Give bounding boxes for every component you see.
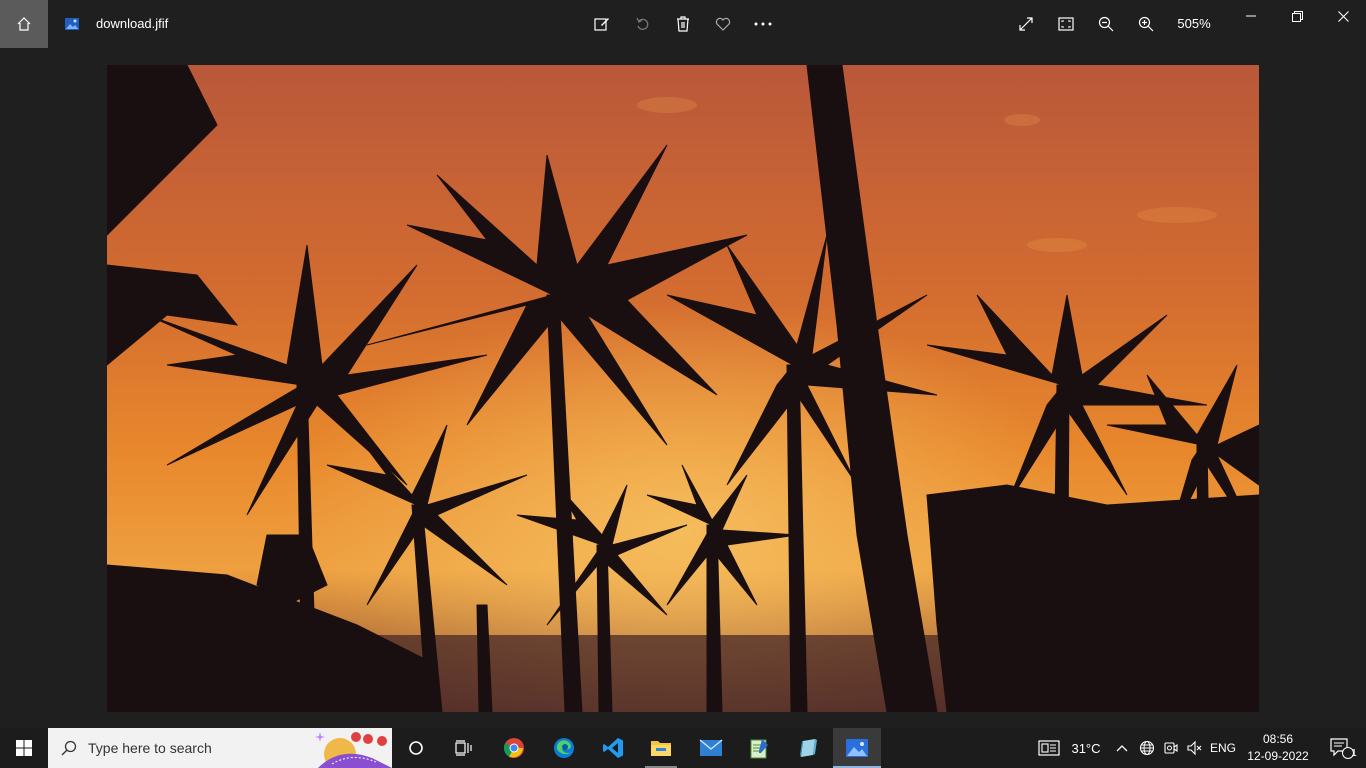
favorite-button[interactable] (707, 8, 739, 40)
close-icon (1337, 10, 1349, 22)
cube-app-icon (800, 739, 817, 757)
close-button[interactable] (1320, 0, 1366, 32)
file-explorer-icon (651, 741, 671, 756)
cortana-icon (409, 741, 423, 755)
vscode-icon (603, 738, 623, 758)
globe-icon (1139, 740, 1155, 756)
notepad-taskbar-button[interactable] (735, 728, 783, 768)
chevron-up-icon (1116, 745, 1128, 752)
show-hidden-icons-button[interactable] (1112, 728, 1132, 768)
photo-viewport[interactable] (107, 65, 1259, 712)
fullscreen-icon (1019, 17, 1033, 31)
chrome-icon (503, 738, 524, 758)
clock[interactable]: 08:56 12-09-2022 (1240, 731, 1316, 765)
windows-logo-icon (16, 740, 32, 756)
search-placeholder: Type here to search (88, 740, 212, 756)
search-icon (61, 740, 77, 756)
home-button[interactable] (0, 0, 48, 48)
language-indicator[interactable]: ENG (1208, 728, 1238, 768)
photos-taskbar-button[interactable] (833, 728, 881, 768)
rotate-button[interactable] (627, 8, 659, 40)
taskbar-search-box[interactable]: Type here to search (48, 728, 392, 768)
file-explorer-taskbar-button[interactable] (637, 728, 685, 768)
mail-icon (699, 739, 723, 756)
cortana-button[interactable] (392, 728, 440, 768)
taskbar: Type here to search 31°C ENG 08:56 12-09… (0, 728, 1366, 768)
fit-to-window-icon (1058, 17, 1074, 31)
clock-date: 12-09-2022 (1247, 749, 1309, 763)
zoom-level[interactable]: 505% (1172, 15, 1216, 33)
chrome-taskbar-button[interactable] (490, 728, 538, 768)
fullscreen-button[interactable] (1010, 8, 1042, 40)
cube-app-taskbar-button[interactable] (784, 728, 832, 768)
restore-icon (1291, 10, 1303, 22)
minimize-button[interactable] (1228, 0, 1274, 32)
minimize-icon (1246, 15, 1256, 17)
edge-icon (554, 738, 574, 758)
title-bar: download.jfif 505% (0, 0, 1366, 48)
zoom-in-icon (1138, 16, 1154, 32)
sunset-palm-trees-image (107, 65, 1259, 712)
camera-status-button[interactable] (1160, 728, 1182, 768)
mail-taskbar-button[interactable] (687, 728, 735, 768)
weather-icon (1038, 740, 1060, 756)
home-icon (17, 17, 31, 31)
notepad-icon (750, 739, 768, 759)
edit-icon (594, 18, 609, 31)
task-view-button[interactable] (440, 728, 488, 768)
photos-icon (846, 739, 868, 757)
weather-temperature[interactable]: 31°C (1066, 728, 1106, 768)
task-view-icon (455, 740, 472, 756)
volume-muted-icon (1187, 740, 1202, 756)
more-icon (754, 22, 772, 26)
file-name: download.jfif (96, 16, 169, 31)
edit-button[interactable] (586, 8, 618, 40)
restore-button[interactable] (1274, 0, 1320, 32)
file-image-icon (65, 18, 79, 30)
camera-icon (1164, 742, 1178, 754)
more-button[interactable] (747, 8, 779, 40)
delete-icon (677, 16, 689, 32)
clock-time: 08:56 (1262, 732, 1294, 746)
volume-button[interactable] (1183, 728, 1205, 768)
notification-count: 1 (1351, 748, 1357, 759)
search-highlight-art-icon (315, 732, 392, 768)
photos-app-window: download.jfif 505% (0, 0, 1366, 728)
zoom-out-icon (1098, 16, 1114, 32)
network-button[interactable] (1136, 728, 1158, 768)
zoom-out-button[interactable] (1090, 8, 1122, 40)
start-button[interactable] (0, 728, 48, 768)
edge-taskbar-button[interactable] (540, 728, 588, 768)
favorite-icon (715, 17, 731, 31)
vscode-taskbar-button[interactable] (589, 728, 637, 768)
zoom-in-button[interactable] (1130, 8, 1162, 40)
rotate-icon (636, 17, 649, 30)
fit-to-window-button[interactable] (1050, 8, 1082, 40)
weather-widget[interactable] (1036, 728, 1062, 768)
notification-center-button[interactable]: 1 (1318, 728, 1366, 768)
delete-button[interactable] (667, 8, 699, 40)
